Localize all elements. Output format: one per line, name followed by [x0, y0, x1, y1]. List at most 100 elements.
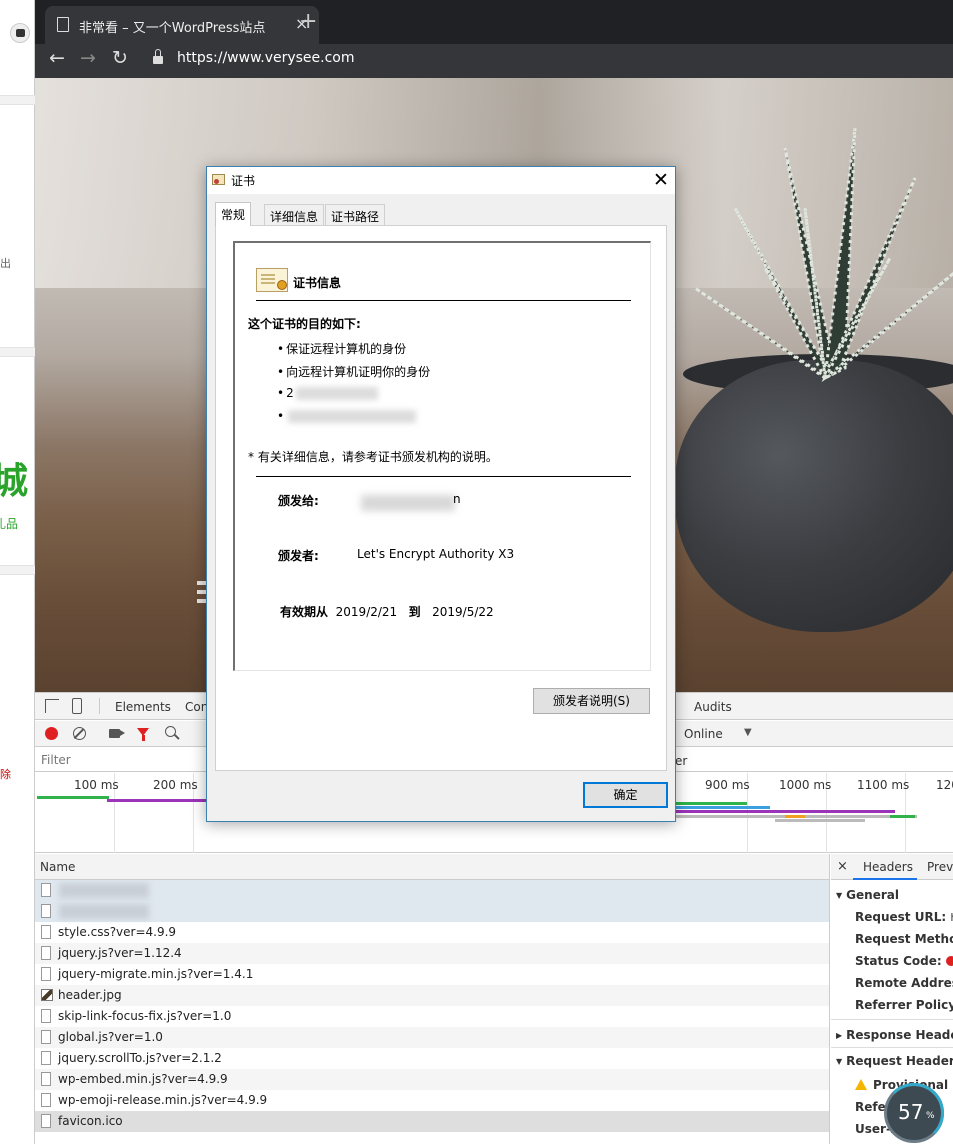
status-error-icon	[945, 956, 953, 966]
forward-button[interactable]: →	[80, 47, 96, 69]
chevron-down-icon[interactable]: ▼	[744, 727, 752, 738]
filter-icon[interactable]	[137, 728, 149, 741]
certificate-icon	[256, 268, 288, 292]
address-bar[interactable]: https://www.verysee.com	[177, 50, 355, 66]
waterfall-bar	[675, 806, 770, 809]
back-button[interactable]: ←	[49, 47, 65, 69]
table-row[interactable]	[35, 901, 829, 922]
document-file-icon	[41, 967, 51, 981]
tab-general[interactable]: 常规	[215, 202, 252, 226]
tab-title: 非常看 – 又一个WordPress站点	[79, 21, 266, 36]
request-name: jquery.scrollTo.js?ver=2.1.2	[58, 1051, 222, 1065]
clear-icon[interactable]	[73, 727, 86, 740]
column-label: Name	[40, 860, 76, 874]
divider	[99, 698, 100, 714]
dialog-titlebar[interactable]: 证书 ✕	[207, 167, 675, 194]
purpose-item-redacted	[277, 409, 417, 423]
issued-by-value: Let's Encrypt Authority X3	[357, 547, 515, 561]
tab-elements[interactable]: Elements	[115, 700, 171, 714]
inspect-element-icon[interactable]	[45, 699, 59, 713]
browser-tab-active[interactable]: 非常看 – 又一个WordPress站点 ×	[45, 6, 319, 44]
request-name: wp-emoji-release.min.js?ver=4.9.9	[58, 1093, 268, 1107]
valid-to: 2019/5/22	[432, 605, 494, 619]
table-row[interactable]: skip-link-focus-fix.js?ver=1.0	[35, 1006, 829, 1027]
background-window-strip: 出 城 礼品 除	[0, 0, 35, 1144]
screen: 出 城 礼品 除 非常看 – 又一个WordPress站点 × + ← → ↻ …	[0, 0, 953, 1144]
table-row[interactable]: global.js?ver=1.0	[35, 1027, 829, 1048]
waterfall-bar	[675, 810, 785, 813]
new-tab-button[interactable]: +	[299, 10, 317, 34]
general-section-toggle[interactable]: General	[836, 888, 899, 902]
performance-value: 57	[898, 1100, 924, 1124]
tab-preview[interactable]: Previ	[927, 860, 953, 874]
document-file-icon	[41, 883, 51, 897]
table-row[interactable]: wp-emoji-release.min.js?ver=4.9.9	[35, 1090, 829, 1111]
table-row[interactable]: jquery.js?ver=1.12.4	[35, 943, 829, 964]
request-headers-toggle[interactable]: Request Headers	[836, 1054, 953, 1068]
waterfall-bar	[775, 810, 895, 813]
issuer-statement-button[interactable]: 颁发者说明(S)	[533, 688, 650, 714]
tab-details[interactable]: 详细信息	[264, 204, 325, 225]
search-icon[interactable]	[165, 726, 176, 737]
tab-audits[interactable]: Audits	[694, 700, 732, 714]
reload-button[interactable]: ↻	[112, 47, 128, 69]
timeline-tick-label: 100 ms	[74, 778, 119, 792]
capture-screenshots-icon[interactable]	[109, 729, 125, 738]
certificate-info-box: 证书信息 这个证书的目的如下: 保证远程计算机的身份 向远程计算机证明你的身份 …	[233, 241, 651, 671]
name-column-header[interactable]: Name	[35, 854, 830, 880]
document-file-icon	[41, 925, 51, 939]
valid-from: 2019/2/21	[335, 605, 398, 619]
tab-console[interactable]: Con	[185, 700, 208, 714]
document-file-icon	[41, 1093, 51, 1107]
remote-address-row: Remote Address:	[855, 976, 953, 990]
table-row[interactable]: header.jpg	[35, 985, 829, 1006]
throttling-select[interactable]: Online	[684, 727, 723, 741]
background-tab-favicon-icon[interactable]	[10, 23, 30, 43]
filter-input[interactable]	[41, 753, 191, 767]
tab-certification-path[interactable]: 证书路径	[325, 204, 386, 225]
purpose-item: 向远程计算机证明你的身份	[277, 363, 430, 380]
browser-toolbar: ← → ↻ https://www.verysee.com	[35, 44, 953, 78]
table-row[interactable]: style.css?ver=4.9.9	[35, 922, 829, 943]
divider	[0, 95, 35, 105]
tab-strip: 非常看 – 又一个WordPress站点 × +	[35, 0, 953, 44]
timeline-tick-label: 900 ms	[705, 778, 750, 792]
request-url-row: Request URL: htt	[855, 910, 953, 924]
filter-type-fragment[interactable]: er	[675, 754, 687, 768]
waterfall-bar	[37, 796, 109, 799]
issued-to-label: 颁发给:	[278, 494, 319, 508]
record-icon[interactable]	[45, 727, 58, 740]
document-file-icon	[41, 1009, 51, 1023]
background-alert-fragment: 除	[0, 768, 11, 781]
close-button[interactable]: ✕	[653, 168, 669, 192]
table-row[interactable]: jquery.scrollTo.js?ver=2.1.2	[35, 1048, 829, 1069]
device-toolbar-icon[interactable]	[72, 698, 82, 714]
request-name: global.js?ver=1.0	[58, 1030, 163, 1044]
purpose-item-redacted: 2	[277, 386, 378, 400]
waterfall-bar	[890, 815, 915, 818]
request-name: jquery-migrate.min.js?ver=1.4.1	[58, 967, 254, 981]
ok-button[interactable]: 确定	[583, 782, 668, 808]
performance-meter[interactable]: 57 %	[884, 1083, 944, 1143]
waterfall-bar	[675, 802, 747, 805]
table-row[interactable]	[35, 880, 829, 901]
document-file-icon	[41, 946, 51, 960]
table-row[interactable]: jquery-migrate.min.js?ver=1.4.1	[35, 964, 829, 985]
certificate-dialog: 证书 ✕ 常规 详细信息 证书路径 证书信息 这个证书的目的如下: 保证远程计算…	[206, 166, 676, 822]
close-icon[interactable]: ×	[837, 859, 848, 874]
divider	[0, 565, 35, 575]
table-row[interactable]: favicon.ico	[35, 1111, 829, 1132]
waterfall-bar	[107, 799, 207, 802]
validity-label: 有效期从	[280, 605, 329, 619]
certificate-icon	[212, 174, 225, 185]
redacted-request-name	[59, 904, 149, 919]
response-headers-toggle[interactable]: Response Headers	[836, 1028, 953, 1042]
table-row[interactable]: wp-embed.min.js?ver=4.9.9	[35, 1069, 829, 1090]
document-file-icon	[41, 904, 51, 918]
request-name: skip-link-focus-fix.js?ver=1.0	[58, 1009, 232, 1023]
redacted-request-name	[59, 883, 149, 898]
lock-icon[interactable]	[153, 49, 163, 65]
request-method-row: Request Method:	[855, 932, 953, 946]
divider	[256, 476, 631, 477]
tab-headers[interactable]: Headers	[853, 854, 917, 880]
